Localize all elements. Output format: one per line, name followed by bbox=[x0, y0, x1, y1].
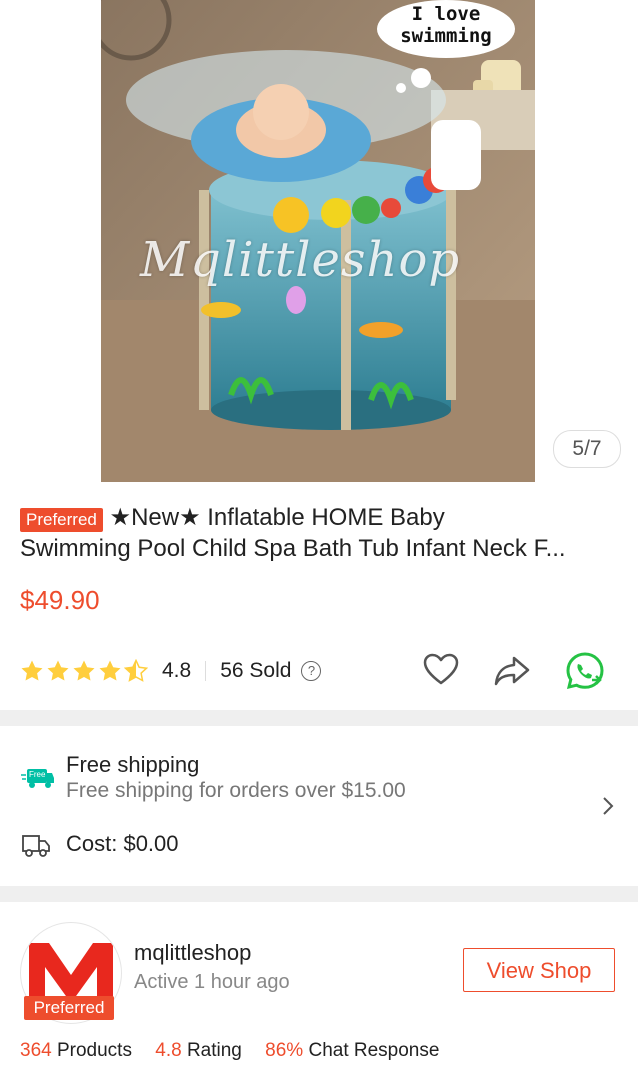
heart-icon[interactable] bbox=[421, 650, 461, 690]
shop-chat-stat: 86% Chat Response bbox=[265, 1040, 439, 1061]
star-icon bbox=[73, 660, 95, 681]
chat-response-label: Chat Response bbox=[308, 1040, 440, 1061]
shop-rating-label: Rating bbox=[186, 1040, 242, 1061]
share-icon[interactable] bbox=[492, 650, 532, 690]
whatsapp-icon[interactable] bbox=[564, 650, 604, 690]
title-line-2: Swimming Pool Child Spa Bath Tub Infant … bbox=[20, 535, 566, 562]
rating-value: 4.8 bbox=[162, 659, 192, 682]
shop-rating-stat: 4.8 Rating bbox=[155, 1040, 247, 1061]
star-icon bbox=[99, 660, 121, 681]
section-divider bbox=[0, 710, 638, 726]
section-divider bbox=[0, 886, 638, 902]
shop-rating-value: 4.8 bbox=[155, 1040, 182, 1061]
product-price: $49.90 bbox=[20, 585, 100, 615]
speech-bubble-line2: swimming bbox=[400, 25, 492, 47]
watermark: Mqlittleshop bbox=[140, 232, 461, 288]
shop-products-stat: 364 Products bbox=[20, 1040, 137, 1061]
shipping-subtitle: Free shipping for orders over $15.00 bbox=[66, 779, 406, 802]
star-icon bbox=[21, 660, 43, 681]
shipping-cost: Cost: $0.00 bbox=[66, 831, 179, 856]
star-icon bbox=[47, 660, 69, 681]
chat-response-value: 86% bbox=[265, 1040, 304, 1061]
rating-row: 4.8 56 Sold ? bbox=[20, 653, 322, 689]
chevron-right-icon[interactable] bbox=[600, 794, 616, 823]
title-line-1: ★New★ Inflatable HOME Baby bbox=[109, 504, 445, 531]
shipping-title: Free shipping bbox=[66, 752, 200, 777]
products-label: Products bbox=[56, 1040, 132, 1061]
product-image-carousel[interactable]: I love swimming Mqlittleshop 5/7 bbox=[0, 0, 638, 498]
free-badge: Free bbox=[29, 770, 46, 779]
shop-name[interactable]: mqlittleshop bbox=[134, 940, 251, 966]
image-counter: 5/7 bbox=[553, 430, 621, 468]
star-rating bbox=[20, 659, 148, 683]
speech-bubble-line1: I love bbox=[411, 3, 481, 25]
truck-icon bbox=[21, 833, 51, 864]
question-circle-icon[interactable]: ? bbox=[301, 661, 322, 681]
shipping-section[interactable]: Free Free shipping Free shipping for ord… bbox=[0, 726, 638, 886]
half-star-icon bbox=[124, 659, 148, 682]
divider bbox=[205, 661, 207, 681]
products-count: 364 bbox=[20, 1040, 52, 1061]
product-title: Preferred ★New★ Inflatable HOME Baby Swi… bbox=[20, 502, 620, 564]
preferred-badge: Preferred bbox=[20, 508, 103, 532]
free-shipping-icon: Free bbox=[21, 766, 55, 795]
shop-active-status: Active 1 hour ago bbox=[134, 971, 290, 993]
view-shop-button[interactable]: View Shop bbox=[463, 948, 615, 992]
sold-count: 56 Sold bbox=[220, 659, 292, 682]
shop-preferred-badge: Preferred bbox=[24, 996, 114, 1020]
speech-bubble: I love swimming bbox=[377, 0, 515, 58]
shop-stats: 364 Products 4.8 Rating 86% Chat Respons… bbox=[20, 1040, 457, 1062]
